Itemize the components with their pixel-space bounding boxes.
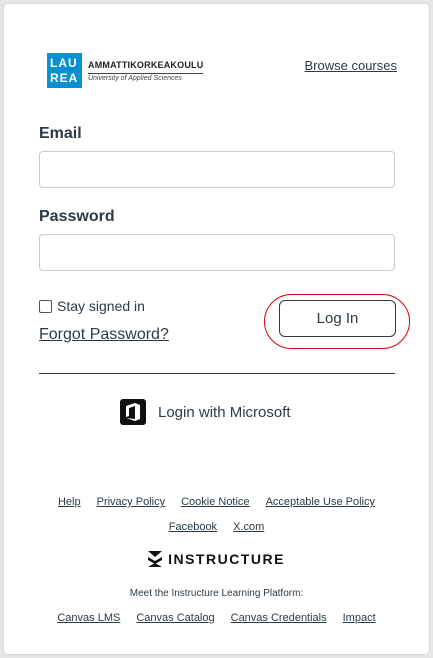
instructure-icon: [148, 551, 163, 567]
login-card: LAU REA AMMATTIKORKEAKOULU University of…: [4, 4, 429, 654]
forgot-password-link[interactable]: Forgot Password?: [39, 326, 169, 344]
logo-mark: LAU REA: [47, 53, 82, 88]
divider: [39, 373, 395, 374]
x-link[interactable]: X.com: [233, 521, 264, 533]
help-link[interactable]: Help: [58, 496, 81, 508]
stay-signed-in-label: Stay signed in: [57, 298, 145, 314]
stay-signed-in[interactable]: Stay signed in: [39, 298, 145, 314]
meet-platform-text: Meet the Instructure Learning Platform:: [129, 588, 304, 599]
impact-link[interactable]: Impact: [343, 612, 376, 624]
microsoft-label: Login with Microsoft: [158, 403, 291, 421]
email-field[interactable]: [39, 151, 395, 188]
logo-subtitle: University of Applied Sciences: [88, 72, 204, 82]
footer-links-row3: Canvas LMS Canvas Catalog Canvas Credent…: [4, 612, 429, 624]
password-field[interactable]: [39, 234, 395, 271]
email-label: Email: [39, 125, 82, 142]
facebook-link[interactable]: Facebook: [169, 521, 217, 533]
privacy-policy-link[interactable]: Privacy Policy: [97, 496, 165, 508]
stay-signed-in-checkbox[interactable]: [39, 299, 52, 313]
instructure-logo[interactable]: INSTRUCTURE: [4, 551, 429, 567]
canvas-lms-link[interactable]: Canvas LMS: [57, 612, 120, 624]
logo-wordmark: AMMATTIKORKEAKOULU University of Applied…: [88, 59, 204, 82]
footer-links-row2: Facebook X.com: [4, 521, 429, 533]
canvas-credentials-link[interactable]: Canvas Credentials: [231, 612, 327, 624]
microsoft-office-icon: [120, 399, 146, 425]
logo-name: AMMATTIKORKEAKOULU: [88, 59, 204, 70]
acceptable-use-policy-link[interactable]: Acceptable Use Policy: [266, 496, 375, 508]
password-label: Password: [39, 208, 115, 225]
canvas-catalog-link[interactable]: Canvas Catalog: [136, 612, 214, 624]
footer-links-row1: Help Privacy Policy Cookie Notice Accept…: [4, 496, 429, 508]
laurea-logo[interactable]: LAU REA AMMATTIKORKEAKOULU University of…: [47, 53, 204, 88]
instructure-wordmark: INSTRUCTURE: [168, 551, 285, 567]
cookie-notice-link[interactable]: Cookie Notice: [181, 496, 249, 508]
login-button[interactable]: Log In: [279, 300, 396, 337]
login-with-microsoft-button[interactable]: Login with Microsoft: [120, 399, 291, 425]
browse-courses-link[interactable]: Browse courses: [305, 58, 397, 73]
